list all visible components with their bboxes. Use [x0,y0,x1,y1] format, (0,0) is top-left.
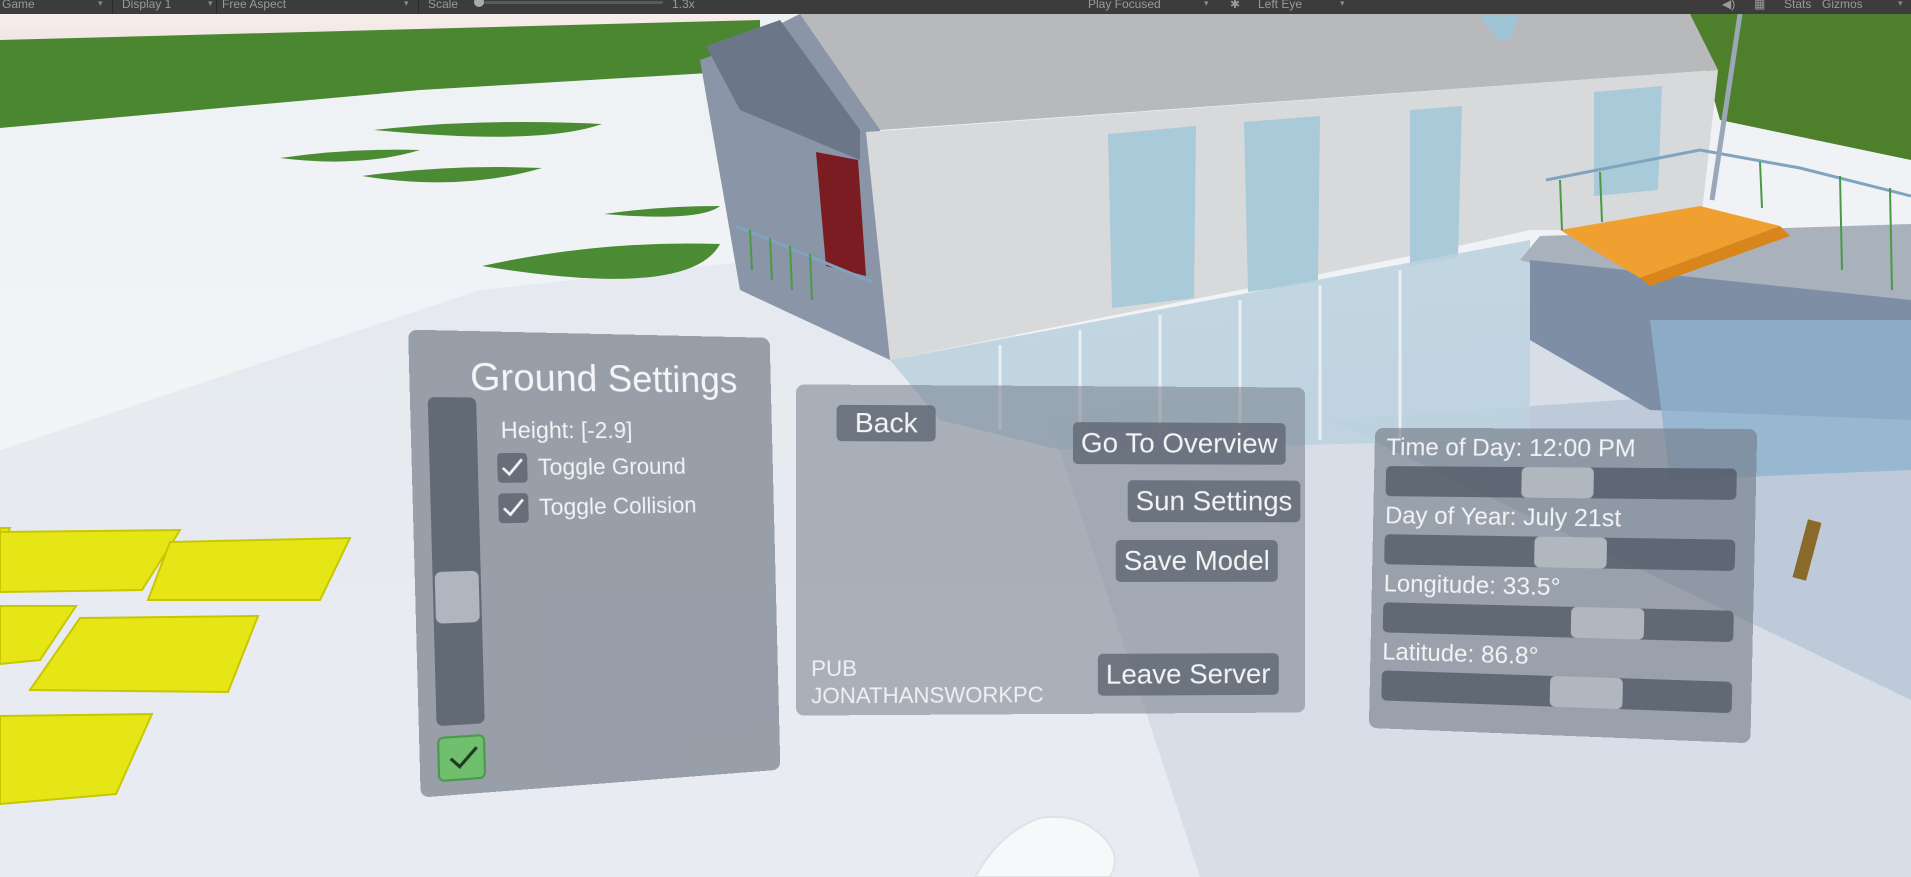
slider-handle[interactable] [1550,675,1624,710]
speaker-icon[interactable]: ◀) [1722,0,1735,10]
longitude-label: Longitude: 33.5° [1383,570,1561,602]
chevron-down-icon: ▾ [1898,0,1903,8]
display-dropdown[interactable]: Display 1 [122,0,171,10]
panel-title: Ground Settings [469,354,738,401]
latitude-label: Latitude: 86.8° [1382,638,1539,671]
slider-handle[interactable] [1521,467,1595,499]
toggle-collision-row[interactable]: Toggle Collision [498,491,697,524]
grid-icon[interactable]: ▦ [1754,0,1765,10]
leave-server-button[interactable]: Leave Server [1097,653,1279,696]
chevron-down-icon: ▾ [1340,0,1345,8]
aspect-dropdown[interactable]: Free Aspect [222,0,286,10]
vertical-scrollbar[interactable] [427,397,485,727]
gizmos-button[interactable]: Gizmos [1822,0,1863,10]
toggle-ground-row[interactable]: Toggle Ground [497,452,686,483]
toggle-ground-label: Toggle Ground [537,453,687,481]
scrollbar-handle[interactable] [434,570,480,624]
scale-slider-handle[interactable] [474,0,484,7]
latitude-slider[interactable] [1381,670,1733,714]
slider-handle[interactable] [1533,536,1607,569]
toggle-collision-label: Toggle Collision [538,491,697,521]
server-name: JONATHANSWORKPC [811,682,1044,709]
ground-settings-panel: Ground Settings Height: [-2.9] Toggle Gr… [408,329,781,798]
eye-dropdown[interactable]: Left Eye [1258,0,1302,10]
scale-slider[interactable] [478,1,663,4]
chevron-down-icon: ▾ [98,0,103,8]
time-of-day-slider[interactable] [1385,466,1737,500]
toggle-ground-checkbox[interactable] [497,452,528,483]
longitude-slider[interactable] [1382,602,1734,643]
day-of-year-label: Day of Year: July 21st [1384,502,1622,533]
sun-settings-panel: Time of Day: 12:00 PM Day of Year: July … [1368,427,1758,744]
go-to-overview-button[interactable]: Go To Overview [1072,422,1286,465]
save-model-button[interactable]: Save Model [1115,540,1278,582]
main-menu-panel: Back Go To Overview Sun Settings Save Mo… [795,384,1306,716]
chevron-down-icon: ▾ [1204,0,1209,8]
time-of-day-label: Time of Day: 12:00 PM [1386,434,1637,463]
check-icon [447,743,481,773]
server-info: PUB JONATHANSWORKPC [811,654,1043,709]
back-button[interactable]: Back [836,404,936,442]
scale-value: 1.3x [672,0,695,11]
editor-toolbar: Game ▾ Display 1 ▾ Free Aspect ▾ Scale 1… [0,0,1911,14]
view-dropdown[interactable]: Game [2,0,35,10]
scale-label: Scale [428,0,459,11]
slider-handle[interactable] [1570,606,1645,640]
play-mode-dropdown[interactable]: Play Focused [1088,0,1161,10]
confirm-button[interactable] [436,733,487,783]
toggle-collision-checkbox[interactable] [498,493,529,524]
chevron-down-icon: ▾ [404,0,409,8]
stats-button[interactable]: Stats [1784,0,1811,10]
check-icon [500,456,524,480]
server-type: PUB [811,655,858,682]
chevron-down-icon: ▾ [208,0,213,8]
bug-icon: ✱ [1230,0,1241,11]
check-icon [501,496,525,520]
day-of-year-slider[interactable] [1384,534,1736,572]
sun-settings-button[interactable]: Sun Settings [1127,480,1301,523]
height-readout: Height: [-2.9] [500,416,633,444]
